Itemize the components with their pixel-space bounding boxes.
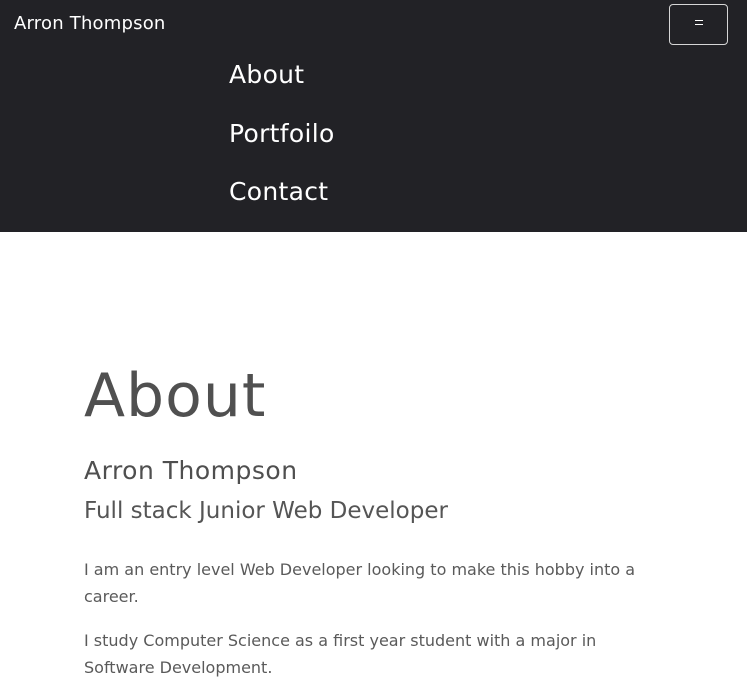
nav-item-portfolio: Portfoilo: [229, 115, 335, 174]
about-heading: About: [84, 361, 267, 431]
hamburger-icon: [694, 20, 703, 25]
navbar: Arron Thompson About Portfoilo Contact: [0, 0, 747, 232]
about-paragraph-study: I study Computer Science as a first year…: [84, 631, 597, 677]
nav-item-about: About: [229, 56, 335, 115]
brand-link[interactable]: Arron Thompson: [14, 12, 166, 36]
about-role: Full stack Junior Web Developer: [84, 498, 448, 524]
nav-item-contact: Contact: [229, 173, 335, 232]
nav-link-about[interactable]: About: [229, 56, 304, 94]
nav-link-contact[interactable]: Contact: [229, 173, 328, 211]
nav-link-portfolio[interactable]: Portfoilo: [229, 115, 335, 153]
about-name: Arron Thompson: [84, 456, 298, 485]
navbar-toggle-button[interactable]: [669, 4, 728, 45]
about-paragraph-intro: I am an entry level Web Developer lookin…: [84, 560, 636, 606]
about-section: About Arron Thompson Full stack Junior W…: [84, 356, 644, 681]
nav-menu: About Portfoilo Contact: [229, 56, 335, 232]
